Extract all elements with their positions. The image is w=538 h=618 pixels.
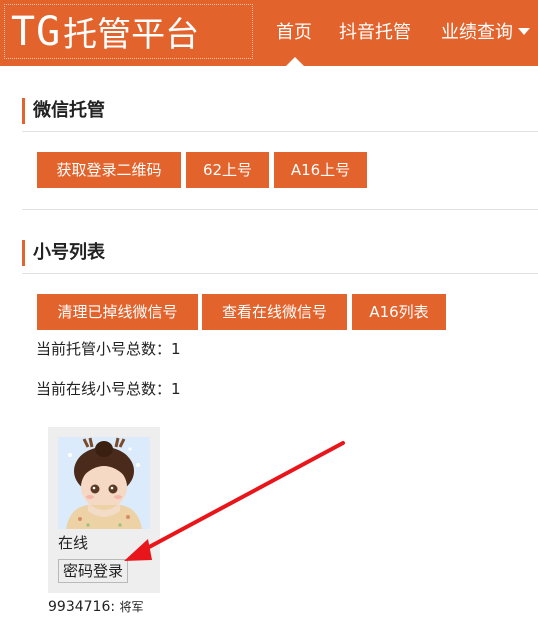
total-online-count: 当前在线小号总数：1 bbox=[36, 380, 181, 398]
site-logo[interactable]: TG 托管平台 bbox=[4, 4, 253, 59]
section-title-wechat-hosting: 微信托管 bbox=[22, 98, 105, 124]
login-62-button[interactable]: 62上号 bbox=[186, 152, 269, 188]
login-a16-button[interactable]: A16上号 bbox=[274, 152, 367, 188]
active-nav-indicator bbox=[286, 57, 304, 66]
total-hosted-count: 当前托管小号总数：1 bbox=[36, 340, 181, 358]
nav-item-home-label: 首页 bbox=[276, 22, 312, 43]
account-id: 9934716: 将军 bbox=[48, 598, 144, 615]
password-login-button[interactable]: 密码登录 bbox=[58, 559, 128, 583]
cartoon-avatar-icon bbox=[58, 437, 150, 529]
nav-item-performance-query[interactable]: 业绩查询 bbox=[441, 0, 530, 66]
divider bbox=[22, 273, 538, 274]
nav-item-performance-query-label: 业绩查询 bbox=[441, 22, 513, 43]
avatar bbox=[58, 437, 150, 529]
logo-tg-text: TG bbox=[11, 8, 62, 55]
caret-down-icon bbox=[518, 27, 530, 35]
nav-item-douyin-hosting[interactable]: 抖音托管 bbox=[339, 0, 411, 66]
account-id-number: 9934716: bbox=[48, 599, 116, 615]
get-login-qrcode-button[interactable]: 获取登录二维码 bbox=[37, 152, 181, 188]
account-status: 在线 bbox=[58, 534, 89, 552]
nav-item-douyin-hosting-label: 抖音托管 bbox=[339, 22, 411, 43]
clear-offline-accounts-button[interactable]: 清理已掉线微信号 bbox=[37, 294, 198, 330]
section-title-account-list: 小号列表 bbox=[22, 240, 105, 266]
divider bbox=[22, 131, 538, 132]
top-navigation-bar: TG 托管平台 首页 抖音托管 业绩查询 bbox=[0, 0, 538, 66]
view-online-accounts-button[interactable]: 查看在线微信号 bbox=[202, 294, 347, 330]
divider bbox=[22, 209, 538, 210]
logo-name-text: 托管平台 bbox=[63, 15, 200, 55]
account-rank: 将军 bbox=[119, 600, 144, 614]
a16-list-button[interactable]: A16列表 bbox=[352, 294, 446, 330]
